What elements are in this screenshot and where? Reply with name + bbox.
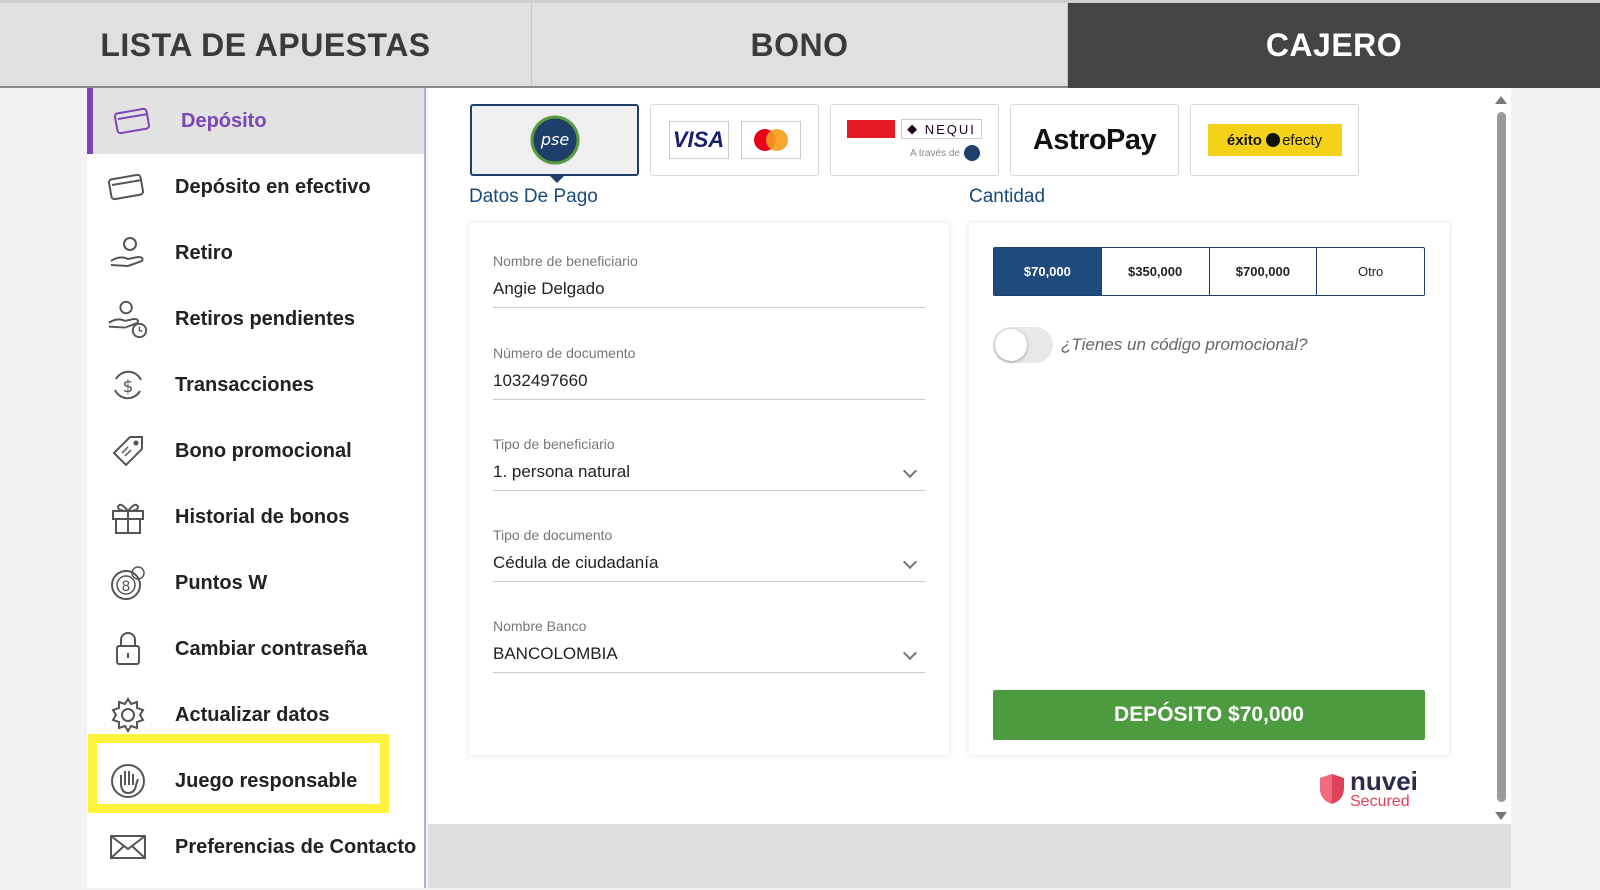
field-value[interactable]: Angie Delgado <box>493 279 925 308</box>
pse-small-icon <box>964 145 980 161</box>
field-value[interactable]: Cédula de ciudadanía <box>493 553 925 582</box>
visa-logo-icon: VISA <box>668 121 729 159</box>
beneficiary-name-field[interactable]: Nombre de beneficiario Angie Delgado <box>493 253 925 308</box>
field-label: Número de documento <box>493 345 636 361</box>
coin-8-icon: 8 <box>107 562 149 604</box>
document-number-field[interactable]: Número de documento 1032497660 <box>493 345 925 400</box>
scroll-down-arrow-icon[interactable] <box>1495 812 1507 820</box>
payment-data-card: Nombre de beneficiario Angie Delgado Núm… <box>469 223 949 755</box>
sidebar-item-label: Bono promocional <box>175 439 352 462</box>
card-icon <box>113 100 155 142</box>
sidebar-item-label: Retiro <box>175 241 233 264</box>
field-label: Tipo de beneficiario <box>493 436 615 452</box>
nuvei-secured-badge: nuvei Secured <box>1318 768 1418 810</box>
sidebar-item-preferencias-contacto[interactable]: Preferencias de Contacto <box>87 814 424 880</box>
dollar-cycle-icon: $ <box>107 364 149 406</box>
sidebar-item-label: Actualizar datos <box>175 703 330 726</box>
deposit-button[interactable]: DEPÓSITO $70,000 <box>993 690 1425 740</box>
nequi-via-text: A través de <box>909 147 960 159</box>
amount-option-350000[interactable]: $350,000 <box>1102 248 1210 295</box>
amount-option-70000[interactable]: $70,000 <box>994 248 1102 295</box>
top-navigation: LISTA DE APUESTAS BONO CAJERO <box>0 0 1600 88</box>
amount-option-700000[interactable]: $700,000 <box>1210 248 1318 295</box>
scroll-up-arrow-icon[interactable] <box>1495 96 1507 104</box>
astropay-logo: AstroPay <box>1032 123 1157 156</box>
hand-coin-icon <box>107 232 149 274</box>
field-label: Nombre de beneficiario <box>493 253 638 269</box>
payment-method-visa-mastercard[interactable]: VISA <box>650 104 819 176</box>
toggle-knob <box>995 329 1027 361</box>
payment-method-astropay[interactable]: AstroPay <box>1010 104 1179 176</box>
document-type-select[interactable]: Tipo de documento Cédula de ciudadanía <box>493 527 925 582</box>
beneficiary-type-select[interactable]: Tipo de beneficiario 1. persona natural <box>493 436 925 491</box>
sidebar-item-label: Transacciones <box>175 373 314 396</box>
cashier-panel: pse VISA ◆ NEQUI A través de AstroPay éx… <box>428 88 1511 888</box>
amount-option-otro[interactable]: Otro <box>1317 248 1424 295</box>
svg-text:$: $ <box>123 377 134 397</box>
sidebar-item-label: Historial de bonos <box>175 505 350 528</box>
nuvei-logo-text: nuvei <box>1350 766 1418 796</box>
svg-text:8: 8 <box>122 579 131 595</box>
hand-coin-clock-icon <box>107 298 149 340</box>
mastercard-logo-icon <box>740 121 801 159</box>
sidebar-item-deposito-efectivo[interactable]: Depósito en efectivo <box>87 154 424 220</box>
selected-method-pointer <box>549 175 565 183</box>
amount-options: $70,000 $350,000 $700,000 Otro <box>993 247 1425 296</box>
svg-text:pse: pse <box>539 130 568 149</box>
amount-title: Cantidad <box>969 186 1046 207</box>
tab-bono[interactable]: BONO <box>532 3 1068 88</box>
exito-efecty-logo: éxito efecty <box>1207 124 1342 156</box>
gift-icon <box>107 496 149 538</box>
sidebar-item-retiros-pendientes[interactable]: Retiros pendientes <box>87 286 424 352</box>
sidebar-item-label: Depósito <box>181 109 267 132</box>
sidebar-item-historial-bonos[interactable]: Historial de bonos <box>87 484 424 550</box>
field-value[interactable]: 1032497660 <box>493 371 925 400</box>
nequi-logo-icon: ◆ NEQUI <box>901 119 982 139</box>
lock-icon <box>107 628 149 670</box>
secured-text: Secured <box>1350 793 1410 810</box>
tag-icon <box>107 430 149 472</box>
scrollbar[interactable] <box>1492 92 1510 822</box>
sidebar-item-deposito[interactable]: Depósito <box>87 88 424 154</box>
sidebar-item-retiro[interactable]: Retiro <box>87 220 424 286</box>
shield-icon <box>1320 774 1344 804</box>
chevron-down-icon[interactable] <box>902 463 918 479</box>
sidebar-item-label: Preferencias de Contacto <box>175 835 417 858</box>
payment-data-title: Datos De Pago <box>469 186 598 207</box>
promo-code-label: ¿Tienes un código promocional? <box>1061 335 1308 354</box>
sidebar-item-label: Puntos W <box>175 571 268 594</box>
sidebar-item-bono-promocional[interactable]: Bono promocional <box>87 418 424 484</box>
tab-lista-de-apuestas[interactable]: LISTA DE APUESTAS <box>0 3 532 88</box>
sidebar-item-label: Cambiar contraseña <box>175 637 368 660</box>
cash-card-icon <box>107 166 149 208</box>
sidebar-item-label: Depósito en efectivo <box>175 175 371 198</box>
daviplata-logo-icon <box>847 120 896 138</box>
payment-method-nequi[interactable]: ◆ NEQUI A través de <box>830 104 999 176</box>
sidebar-item-cambiar-contrasena[interactable]: Cambiar contraseña <box>87 616 424 682</box>
sidebar-item-transacciones[interactable]: $ Transacciones <box>87 352 424 418</box>
right-margin <box>1511 88 1600 890</box>
field-label: Nombre Banco <box>493 618 587 634</box>
promo-code-toggle[interactable] <box>993 327 1053 363</box>
pse-logo-icon: pse <box>530 115 579 165</box>
highlight-box <box>88 734 389 813</box>
field-value[interactable]: 1. persona natural <box>493 462 925 491</box>
amount-card: $70,000 $350,000 $700,000 Otro ¿Tienes u… <box>969 223 1449 755</box>
sidebar-item-puntos-w[interactable]: 8 Puntos W <box>87 550 424 616</box>
field-label: Tipo de documento <box>493 527 613 543</box>
sidebar-item-label: Retiros pendientes <box>175 307 356 330</box>
tab-cajero[interactable]: CAJERO <box>1068 3 1600 88</box>
payment-method-pse[interactable]: pse <box>470 104 639 176</box>
chevron-down-icon[interactable] <box>902 645 918 661</box>
chevron-down-icon[interactable] <box>902 554 918 570</box>
field-value[interactable]: BANCOLOMBIA <box>493 644 925 673</box>
scroll-thumb[interactable] <box>1497 112 1506 802</box>
envelope-icon <box>107 826 149 868</box>
gear-icon <box>107 694 149 736</box>
bank-name-select[interactable]: Nombre Banco BANCOLOMBIA <box>493 618 925 673</box>
bottom-bar <box>428 824 1511 888</box>
payment-method-efecty[interactable]: éxito efecty <box>1190 104 1359 176</box>
